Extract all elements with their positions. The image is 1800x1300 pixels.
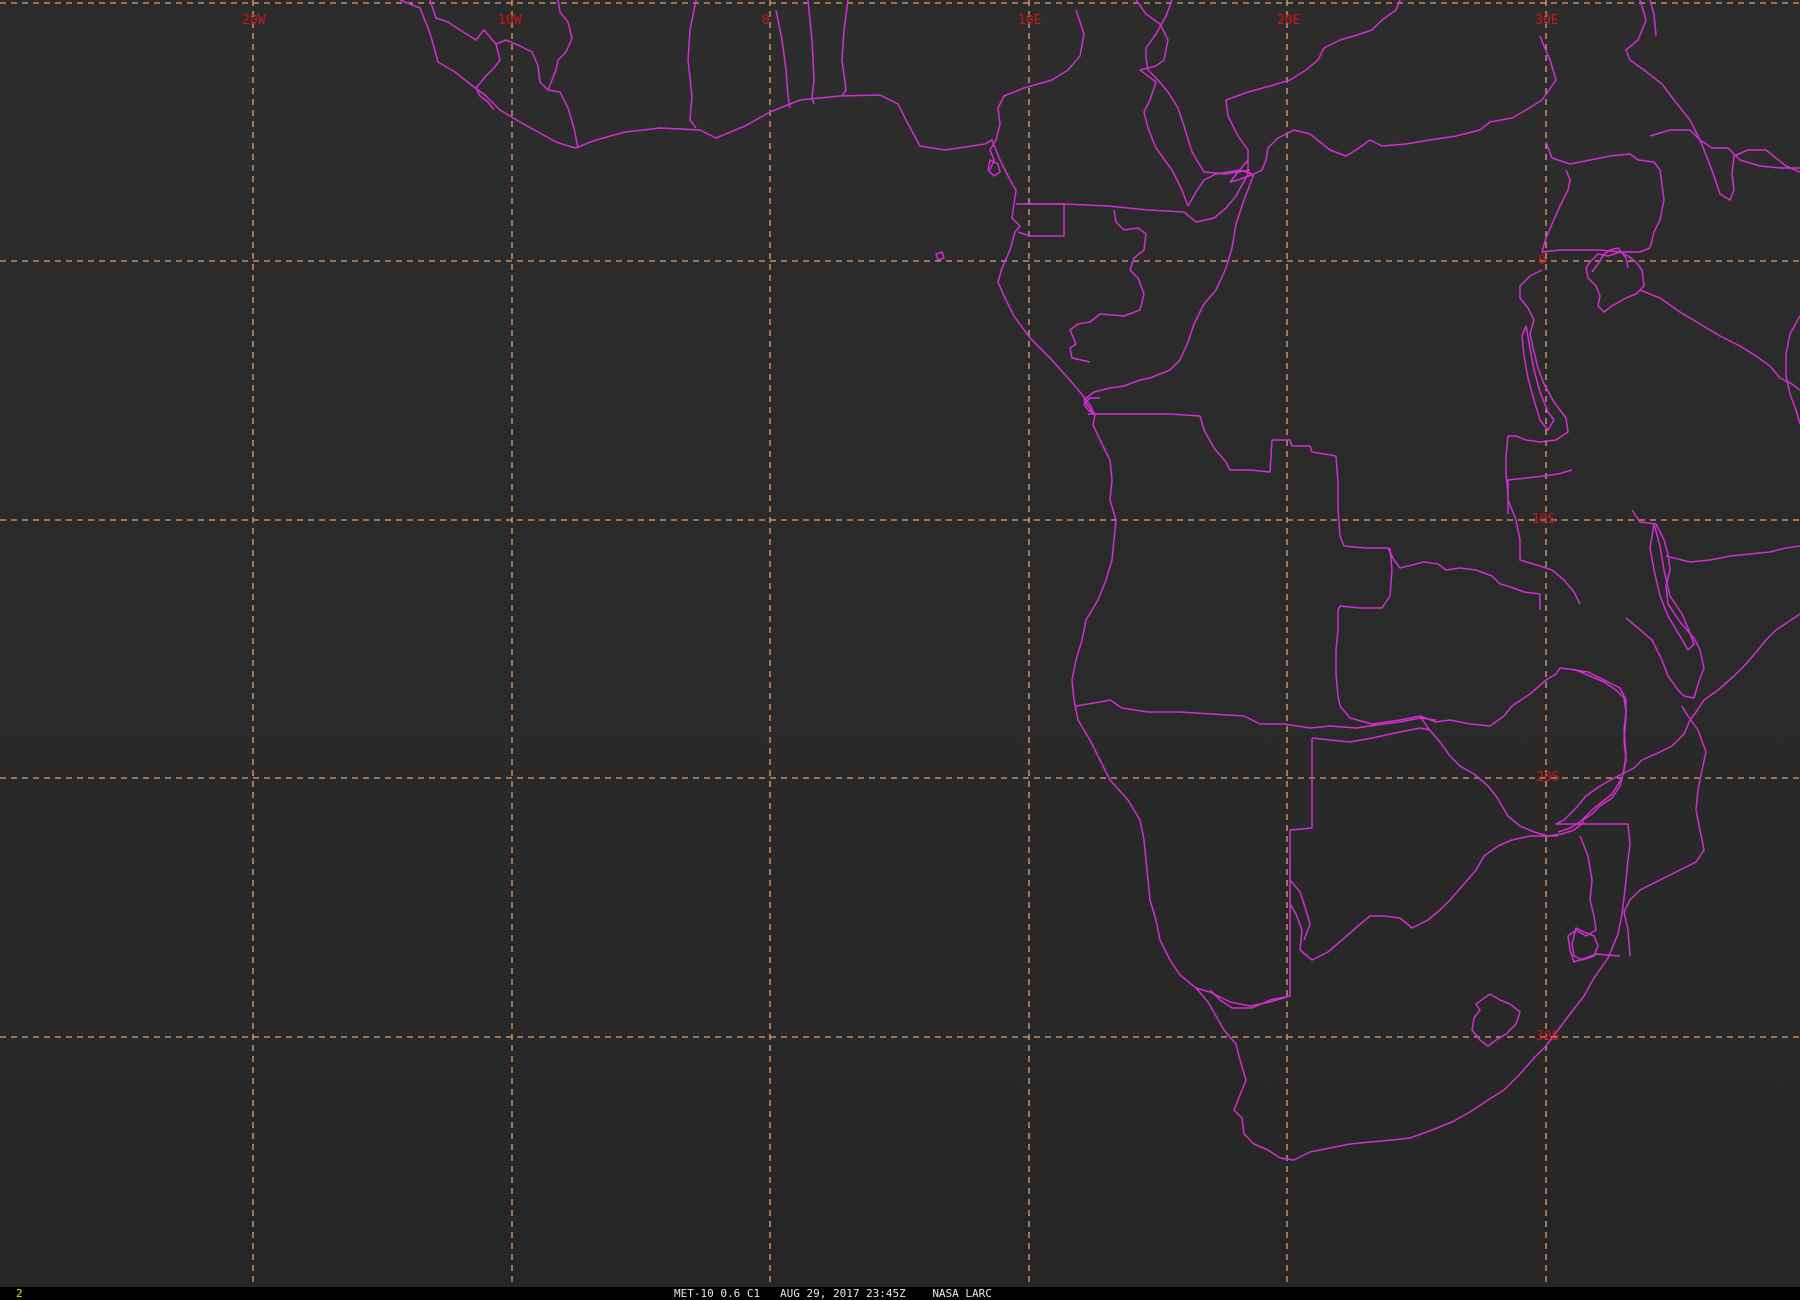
image-datetime: AUG 29, 2017 23:45Z [779,1287,906,1300]
lat-label-10s: 10S [1532,512,1555,527]
satellite-map-viewer: 20W 10W 0 10E 20E 30E 0 10S 20S 30S 2 ME… [0,0,1800,1300]
border-lake-tanganyika [1521,325,1555,431]
border-botswana-zimbabwe [1311,727,1431,743]
lon-label-10w: 10W [498,13,522,28]
border-drc-ubangi [1083,173,1255,413]
grid-labels: 20W 10W 0 10E 20E 30E 0 10S 20S 30S [242,13,1559,1044]
border-sudan-ethiopia [1649,0,1657,37]
country-borders [399,0,1800,1161]
border-botswana-south-africa [1289,835,1558,961]
border-mozambique-coast-north [1785,315,1800,425]
latitude-gridlines [0,2,1800,1038]
lat-label-0: 0 [1538,253,1546,268]
satellite-product: MET-10 0.6 C1 [674,1287,761,1300]
border-mozambique-south [1567,835,1621,963]
border-uganda-interior [1541,169,1651,253]
border-mozambique-east [1623,705,1707,957]
border-cameroon-gabon [1024,203,1185,213]
lon-label-20e: 20E [1277,13,1300,28]
lat-label-20s: 20S [1536,770,1559,785]
frame-number: 2 [16,1287,23,1300]
product-label: MET-10 0.6 C1 AUG 29, 2017 23:45Z NASA L… [674,1287,992,1300]
border-ethiopia-somalia [1625,0,1701,141]
border-caprivi-strip [1349,667,1627,833]
border-gabon-congo [1069,209,1147,363]
border-uganda-kenya [1545,141,1665,249]
west-africa-coastline [399,0,1800,1161]
border-zambia-drc [1507,469,1581,605]
border-tanzania-mozambique [1665,545,1800,563]
border-cameroon-chad [1135,0,1189,207]
border-eq-guinea [1016,203,1065,237]
lon-label-0: 0 [762,13,770,28]
lon-label-30e: 30E [1535,13,1558,28]
border-kenya-tanzania [1639,289,1800,391]
border-ghana-togo [775,9,791,109]
island-bioko [987,159,1001,177]
lon-label-10e: 10E [1018,13,1041,28]
image-source: NASA LARC [932,1287,992,1300]
border-angola-namibia [1075,699,1437,729]
border-kenya-ethiopia [1649,129,1800,169]
border-somalia-kenya [1699,139,1800,201]
island-sao-tome [935,251,945,261]
border-angola-drc [1088,413,1541,610]
lat-label-30s: 30S [1536,1029,1559,1044]
lon-label-20w: 20W [242,13,266,28]
border-malawi [1625,509,1705,699]
border-liberia-ivory [547,0,573,91]
border-cameroon-car [1187,169,1253,207]
border-nigeria-cameroon [989,9,1085,171]
border-benin-nigeria [841,0,849,97]
longitude-gridlines [252,0,1547,1287]
border-lesotho [1471,993,1521,1047]
border-guinea-region [429,0,501,111]
border-swaziland [1571,927,1599,961]
border-ivory-ghana [687,0,697,129]
border-togo-benin [807,0,815,105]
border-angola-zambia [1335,547,1393,719]
border-congo-drc [1183,0,1401,223]
border-lake-victoria [1585,251,1645,313]
map-canvas[interactable]: 20W 10W 0 10E 20E 30E 0 10S 20S 30S [0,0,1800,1287]
status-bar: 2 MET-10 0.6 C1 AUG 29, 2017 23:45Z NASA… [0,1287,1800,1300]
border-drc-uganda [1261,35,1557,171]
